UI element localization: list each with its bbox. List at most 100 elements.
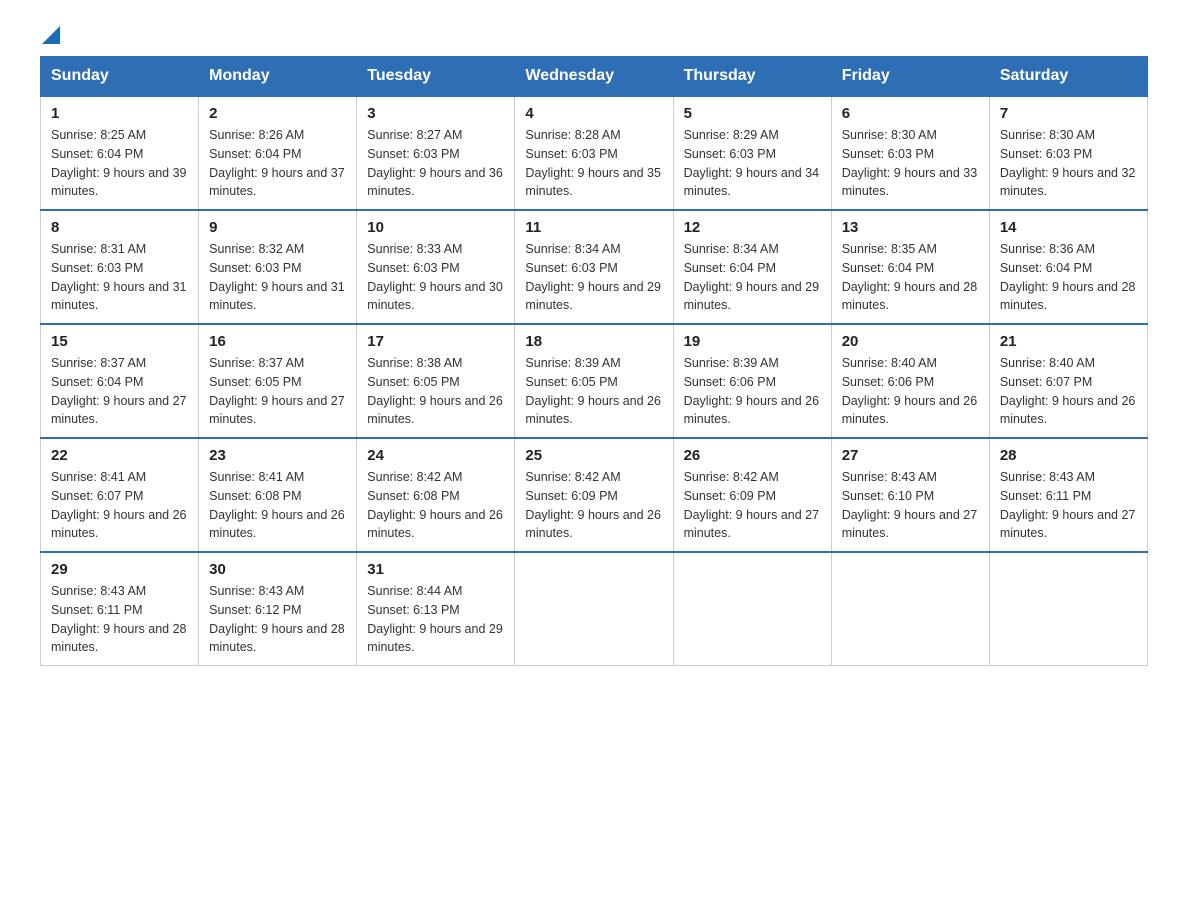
day-info: Sunrise: 8:43 AM Sunset: 6:11 PM Dayligh… [51, 582, 188, 657]
day-number: 6 [842, 105, 979, 122]
week-row-1: 1 Sunrise: 8:25 AM Sunset: 6:04 PM Dayli… [41, 96, 1148, 210]
calendar-cell: 9 Sunrise: 8:32 AM Sunset: 6:03 PM Dayli… [199, 210, 357, 324]
day-info: Sunrise: 8:32 AM Sunset: 6:03 PM Dayligh… [209, 240, 346, 315]
calendar-cell: 12 Sunrise: 8:34 AM Sunset: 6:04 PM Dayl… [673, 210, 831, 324]
day-number: 5 [684, 105, 821, 122]
day-number: 12 [684, 219, 821, 236]
day-number: 4 [525, 105, 662, 122]
calendar-cell: 14 Sunrise: 8:36 AM Sunset: 6:04 PM Dayl… [989, 210, 1147, 324]
day-number: 26 [684, 447, 821, 464]
day-info: Sunrise: 8:27 AM Sunset: 6:03 PM Dayligh… [367, 126, 504, 201]
calendar-cell: 18 Sunrise: 8:39 AM Sunset: 6:05 PM Dayl… [515, 324, 673, 438]
day-number: 31 [367, 561, 504, 578]
calendar-cell: 19 Sunrise: 8:39 AM Sunset: 6:06 PM Dayl… [673, 324, 831, 438]
day-info: Sunrise: 8:37 AM Sunset: 6:04 PM Dayligh… [51, 354, 188, 429]
day-info: Sunrise: 8:37 AM Sunset: 6:05 PM Dayligh… [209, 354, 346, 429]
day-number: 24 [367, 447, 504, 464]
day-info: Sunrise: 8:43 AM Sunset: 6:11 PM Dayligh… [1000, 468, 1137, 543]
calendar-cell: 6 Sunrise: 8:30 AM Sunset: 6:03 PM Dayli… [831, 96, 989, 210]
day-info: Sunrise: 8:29 AM Sunset: 6:03 PM Dayligh… [684, 126, 821, 201]
calendar-cell: 23 Sunrise: 8:41 AM Sunset: 6:08 PM Dayl… [199, 438, 357, 552]
calendar-cell: 3 Sunrise: 8:27 AM Sunset: 6:03 PM Dayli… [357, 96, 515, 210]
calendar-cell: 1 Sunrise: 8:25 AM Sunset: 6:04 PM Dayli… [41, 96, 199, 210]
logo-triangle-icon [42, 26, 60, 44]
day-number: 2 [209, 105, 346, 122]
header-sunday: Sunday [41, 57, 199, 97]
day-info: Sunrise: 8:40 AM Sunset: 6:07 PM Dayligh… [1000, 354, 1137, 429]
day-number: 9 [209, 219, 346, 236]
calendar-cell: 13 Sunrise: 8:35 AM Sunset: 6:04 PM Dayl… [831, 210, 989, 324]
calendar-cell: 17 Sunrise: 8:38 AM Sunset: 6:05 PM Dayl… [357, 324, 515, 438]
week-row-2: 8 Sunrise: 8:31 AM Sunset: 6:03 PM Dayli… [41, 210, 1148, 324]
day-info: Sunrise: 8:34 AM Sunset: 6:03 PM Dayligh… [525, 240, 662, 315]
day-number: 16 [209, 333, 346, 350]
logo [40, 30, 60, 44]
day-number: 14 [1000, 219, 1137, 236]
day-info: Sunrise: 8:43 AM Sunset: 6:12 PM Dayligh… [209, 582, 346, 657]
day-number: 28 [1000, 447, 1137, 464]
day-number: 17 [367, 333, 504, 350]
day-info: Sunrise: 8:36 AM Sunset: 6:04 PM Dayligh… [1000, 240, 1137, 315]
day-number: 8 [51, 219, 188, 236]
week-row-4: 22 Sunrise: 8:41 AM Sunset: 6:07 PM Dayl… [41, 438, 1148, 552]
day-number: 21 [1000, 333, 1137, 350]
day-info: Sunrise: 8:40 AM Sunset: 6:06 PM Dayligh… [842, 354, 979, 429]
day-number: 3 [367, 105, 504, 122]
calendar-table: SundayMondayTuesdayWednesdayThursdayFrid… [40, 56, 1148, 666]
calendar-cell: 5 Sunrise: 8:29 AM Sunset: 6:03 PM Dayli… [673, 96, 831, 210]
day-number: 11 [525, 219, 662, 236]
day-info: Sunrise: 8:25 AM Sunset: 6:04 PM Dayligh… [51, 126, 188, 201]
calendar-cell: 4 Sunrise: 8:28 AM Sunset: 6:03 PM Dayli… [515, 96, 673, 210]
day-info: Sunrise: 8:26 AM Sunset: 6:04 PM Dayligh… [209, 126, 346, 201]
day-number: 29 [51, 561, 188, 578]
day-info: Sunrise: 8:28 AM Sunset: 6:03 PM Dayligh… [525, 126, 662, 201]
day-number: 30 [209, 561, 346, 578]
calendar-cell: 7 Sunrise: 8:30 AM Sunset: 6:03 PM Dayli… [989, 96, 1147, 210]
calendar-cell: 26 Sunrise: 8:42 AM Sunset: 6:09 PM Dayl… [673, 438, 831, 552]
day-info: Sunrise: 8:44 AM Sunset: 6:13 PM Dayligh… [367, 582, 504, 657]
calendar-cell: 11 Sunrise: 8:34 AM Sunset: 6:03 PM Dayl… [515, 210, 673, 324]
calendar-cell: 24 Sunrise: 8:42 AM Sunset: 6:08 PM Dayl… [357, 438, 515, 552]
calendar-cell: 8 Sunrise: 8:31 AM Sunset: 6:03 PM Dayli… [41, 210, 199, 324]
week-row-3: 15 Sunrise: 8:37 AM Sunset: 6:04 PM Dayl… [41, 324, 1148, 438]
header-thursday: Thursday [673, 57, 831, 97]
day-number: 19 [684, 333, 821, 350]
header-friday: Friday [831, 57, 989, 97]
calendar-cell: 21 Sunrise: 8:40 AM Sunset: 6:07 PM Dayl… [989, 324, 1147, 438]
page-header [40, 30, 1148, 44]
calendar-cell: 15 Sunrise: 8:37 AM Sunset: 6:04 PM Dayl… [41, 324, 199, 438]
day-number: 18 [525, 333, 662, 350]
calendar-cell [831, 552, 989, 666]
calendar-header-row: SundayMondayTuesdayWednesdayThursdayFrid… [41, 57, 1148, 97]
day-info: Sunrise: 8:35 AM Sunset: 6:04 PM Dayligh… [842, 240, 979, 315]
day-number: 7 [1000, 105, 1137, 122]
day-number: 25 [525, 447, 662, 464]
day-info: Sunrise: 8:42 AM Sunset: 6:09 PM Dayligh… [525, 468, 662, 543]
day-info: Sunrise: 8:39 AM Sunset: 6:05 PM Dayligh… [525, 354, 662, 429]
calendar-cell: 29 Sunrise: 8:43 AM Sunset: 6:11 PM Dayl… [41, 552, 199, 666]
calendar-cell: 27 Sunrise: 8:43 AM Sunset: 6:10 PM Dayl… [831, 438, 989, 552]
day-info: Sunrise: 8:30 AM Sunset: 6:03 PM Dayligh… [842, 126, 979, 201]
day-info: Sunrise: 8:31 AM Sunset: 6:03 PM Dayligh… [51, 240, 188, 315]
calendar-cell: 20 Sunrise: 8:40 AM Sunset: 6:06 PM Dayl… [831, 324, 989, 438]
header-monday: Monday [199, 57, 357, 97]
header-wednesday: Wednesday [515, 57, 673, 97]
day-number: 10 [367, 219, 504, 236]
day-number: 13 [842, 219, 979, 236]
calendar-cell [989, 552, 1147, 666]
calendar-cell [673, 552, 831, 666]
day-info: Sunrise: 8:38 AM Sunset: 6:05 PM Dayligh… [367, 354, 504, 429]
calendar-cell: 31 Sunrise: 8:44 AM Sunset: 6:13 PM Dayl… [357, 552, 515, 666]
day-info: Sunrise: 8:41 AM Sunset: 6:07 PM Dayligh… [51, 468, 188, 543]
day-info: Sunrise: 8:34 AM Sunset: 6:04 PM Dayligh… [684, 240, 821, 315]
day-info: Sunrise: 8:41 AM Sunset: 6:08 PM Dayligh… [209, 468, 346, 543]
day-number: 1 [51, 105, 188, 122]
day-info: Sunrise: 8:30 AM Sunset: 6:03 PM Dayligh… [1000, 126, 1137, 201]
calendar-cell: 28 Sunrise: 8:43 AM Sunset: 6:11 PM Dayl… [989, 438, 1147, 552]
calendar-cell [515, 552, 673, 666]
day-info: Sunrise: 8:42 AM Sunset: 6:09 PM Dayligh… [684, 468, 821, 543]
day-number: 22 [51, 447, 188, 464]
calendar-cell: 2 Sunrise: 8:26 AM Sunset: 6:04 PM Dayli… [199, 96, 357, 210]
calendar-cell: 25 Sunrise: 8:42 AM Sunset: 6:09 PM Dayl… [515, 438, 673, 552]
day-info: Sunrise: 8:43 AM Sunset: 6:10 PM Dayligh… [842, 468, 979, 543]
